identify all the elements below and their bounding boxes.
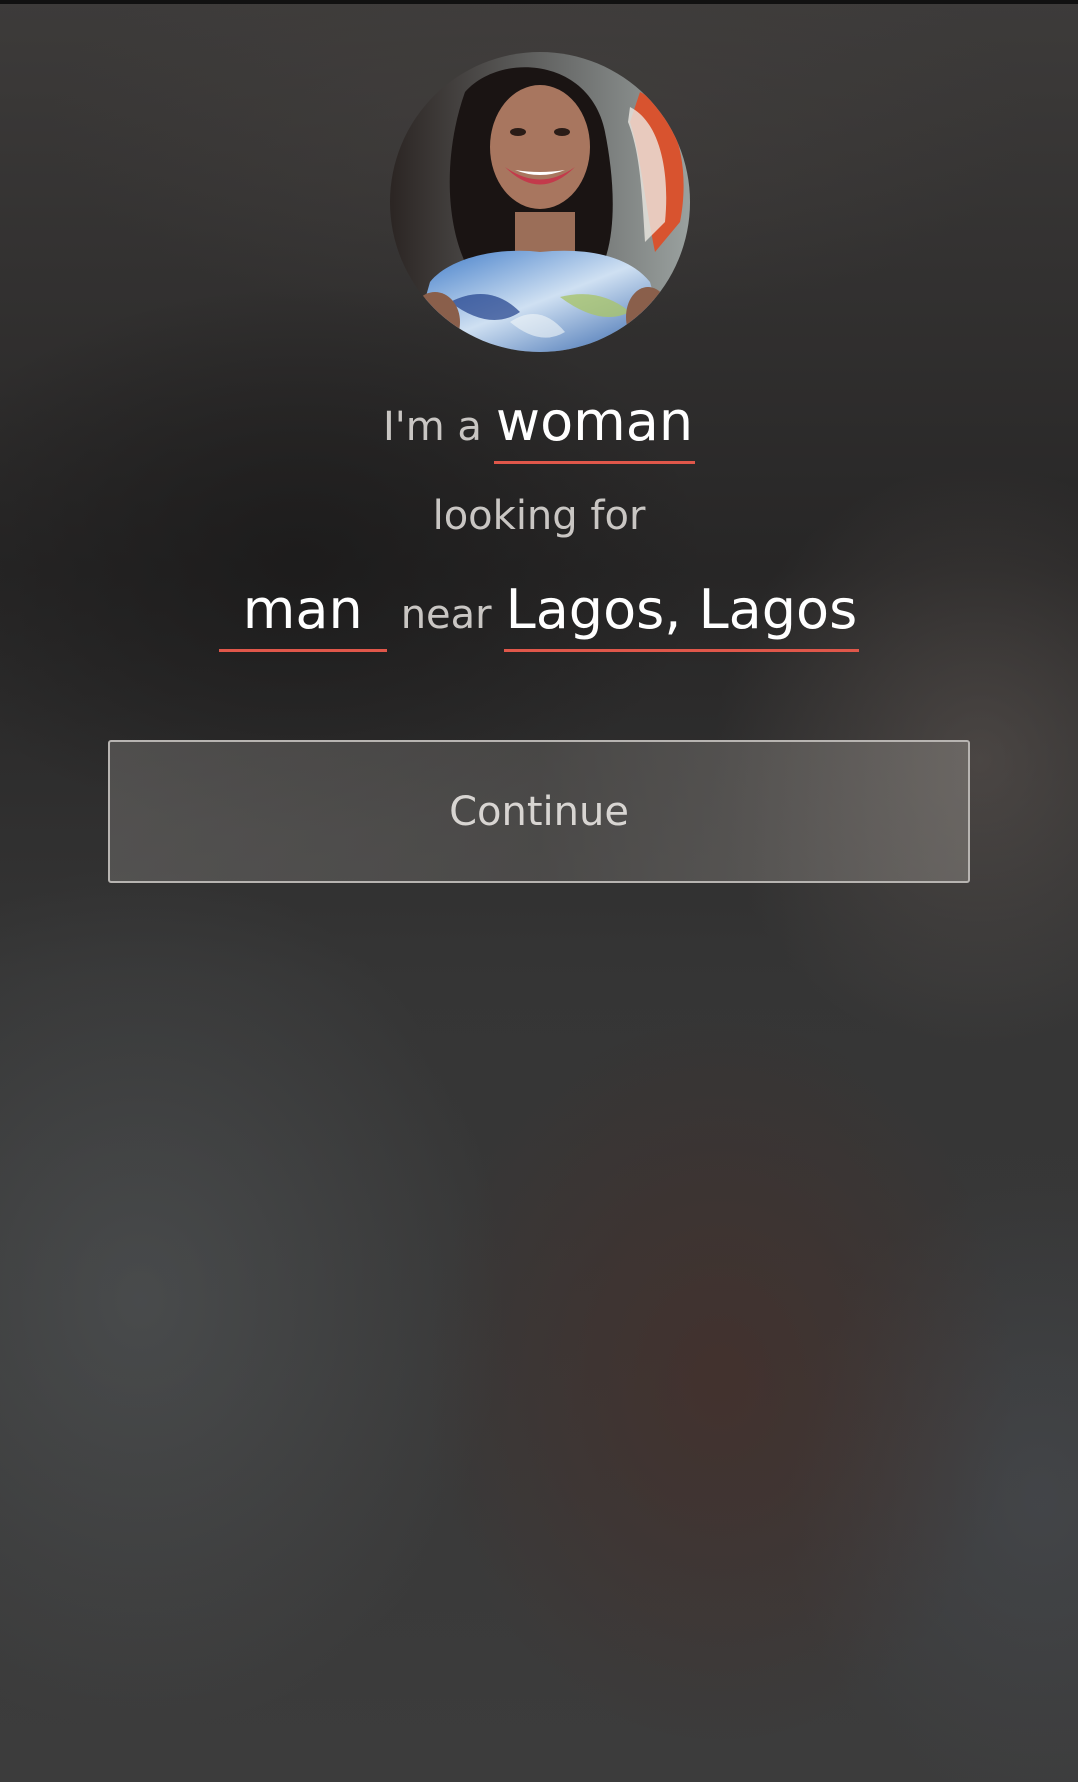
- intro-label: I'm a: [382, 404, 482, 450]
- near-label: near: [400, 592, 492, 638]
- location-selector[interactable]: Lagos, Lagos: [503, 580, 860, 653]
- continue-button[interactable]: Continue: [108, 740, 970, 883]
- profile-avatar[interactable]: [390, 52, 690, 352]
- seeking-selector[interactable]: man: [218, 580, 387, 653]
- avatar-photo: [390, 52, 690, 352]
- seeking-row: man near Lagos, Lagos: [0, 580, 1078, 653]
- gender-row: I'm a woman: [0, 392, 1078, 465]
- status-edge: [0, 0, 1078, 4]
- looking-for-label: looking for: [432, 493, 646, 539]
- looking-for-row: looking for: [0, 493, 1078, 539]
- gender-selector[interactable]: woman: [493, 392, 696, 465]
